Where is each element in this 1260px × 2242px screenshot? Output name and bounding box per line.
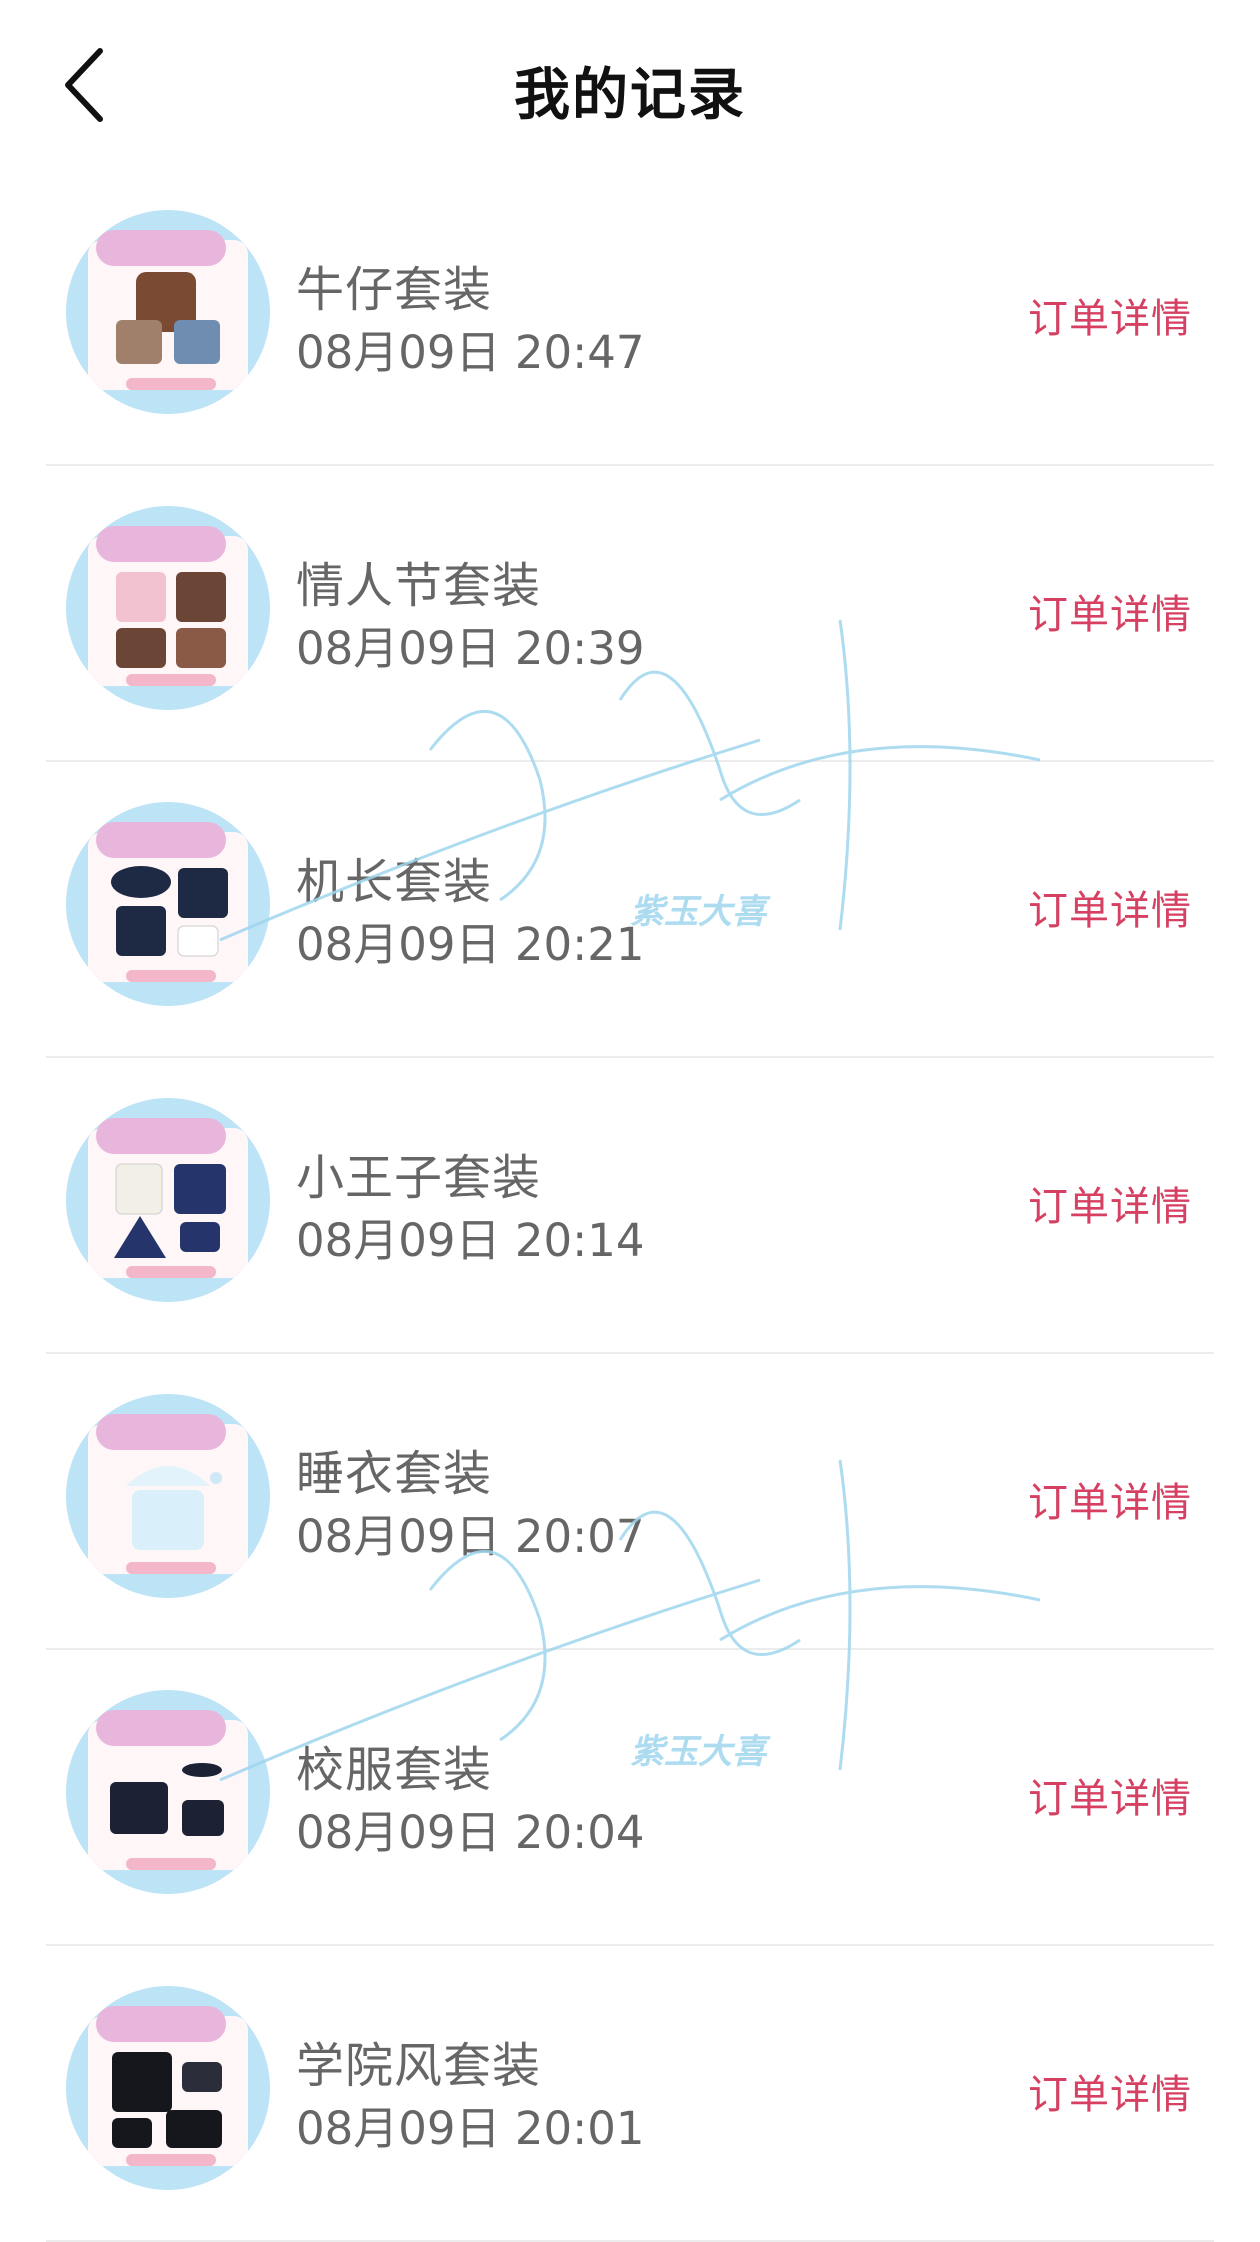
record-time: 08月09日 20:01 [296, 2102, 645, 2155]
record-row[interactable]: 情人节套装 08月09日 20:39 订单详情 [0, 466, 1260, 762]
record-list: 牛仔套装 08月09日 20:47 订单详情 情人节套装 08月09日 20:3… [0, 170, 1260, 2242]
record-name: 学院风套装 [296, 2038, 542, 2094]
record-time: 08月09日 20:47 [296, 326, 645, 379]
order-detail-link[interactable]: 订单详情 [1028, 582, 1192, 640]
record-row[interactable]: 校服套装 08月09日 20:04 订单详情 [0, 1650, 1260, 1946]
order-detail-link[interactable]: 订单详情 [1028, 878, 1192, 936]
record-row[interactable]: 学院风套装 08月09日 20:01 订单详情 [0, 1946, 1260, 2242]
record-name: 机长套装 [296, 854, 493, 910]
record-time: 08月09日 20:07 [296, 1510, 645, 1563]
outfit-thumbnail [66, 1690, 270, 1894]
record-time: 08月09日 20:04 [296, 1806, 645, 1859]
outfit-thumbnail [66, 1986, 270, 2190]
header-bar: 我的记录 [0, 0, 1260, 170]
order-detail-link[interactable]: 订单详情 [1028, 1470, 1192, 1528]
record-name: 小王子套装 [296, 1150, 542, 1206]
order-detail-link[interactable]: 订单详情 [1028, 1766, 1192, 1824]
record-time: 08月09日 20:14 [296, 1214, 645, 1267]
order-detail-link[interactable]: 订单详情 [1028, 1174, 1192, 1232]
outfit-thumbnail [66, 1098, 270, 1302]
order-detail-link[interactable]: 订单详情 [1028, 2062, 1192, 2120]
outfit-thumbnail [66, 210, 270, 414]
record-name: 睡衣套装 [296, 1446, 493, 1502]
record-name: 校服套装 [296, 1742, 493, 1798]
record-row[interactable]: 小王子套装 08月09日 20:14 订单详情 [0, 1058, 1260, 1354]
page-title: 我的记录 [514, 63, 746, 128]
order-detail-link[interactable]: 订单详情 [1028, 286, 1192, 344]
record-row[interactable]: 机长套装 08月09日 20:21 订单详情 [0, 762, 1260, 1058]
record-row[interactable]: 牛仔套装 08月09日 20:47 订单详情 [0, 170, 1260, 466]
record-name: 牛仔套装 [296, 262, 493, 318]
outfit-thumbnail [66, 1394, 270, 1598]
outfit-thumbnail [66, 506, 270, 710]
outfit-thumbnail [66, 802, 270, 1006]
record-row[interactable]: 睡衣套装 08月09日 20:07 订单详情 [0, 1354, 1260, 1650]
record-time: 08月09日 20:39 [296, 622, 645, 675]
record-time: 08月09日 20:21 [296, 918, 645, 971]
record-name: 情人节套装 [296, 558, 542, 614]
